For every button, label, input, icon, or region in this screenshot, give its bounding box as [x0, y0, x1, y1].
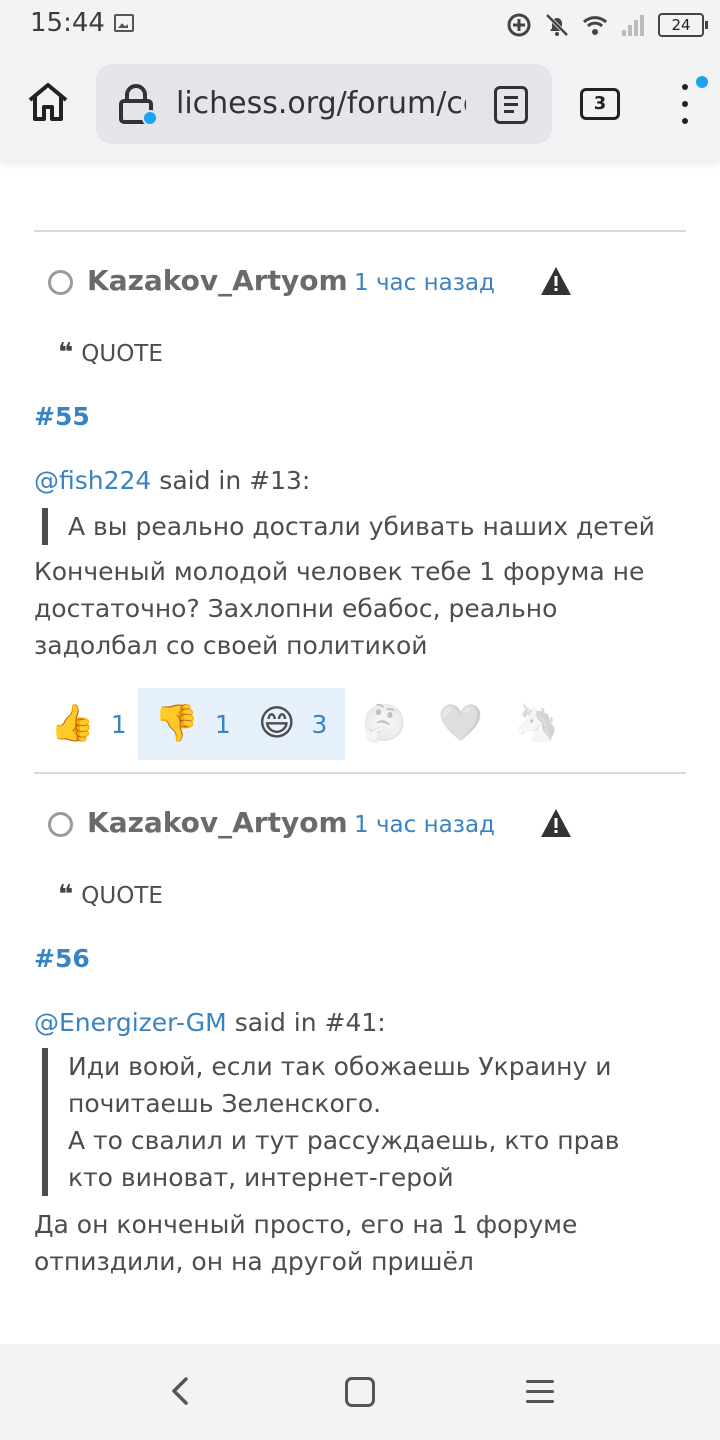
forum-post: Kazakov_Artyom 1 час назад ❝ QUOTE #56 @E…: [34, 796, 686, 1276]
post-body: Конченый молодой человек тебе 1 форума н…: [34, 557, 645, 660]
image-icon: [114, 14, 134, 32]
post-time[interactable]: 1 час назад: [354, 270, 495, 296]
data-saver-icon: [507, 13, 531, 37]
reaction-count: 1: [214, 709, 231, 739]
home-nav-icon[interactable]: [345, 1377, 375, 1407]
reaction-laugh[interactable]: 😄 3: [258, 688, 327, 760]
reaction-horse[interactable]: 🦄: [514, 688, 559, 760]
mention-link[interactable]: @fish224: [34, 466, 151, 495]
post-body: Да он конченый просто, его на 1 форуме о…: [34, 1210, 578, 1276]
reaction-thumbs-up[interactable]: 👍 1: [50, 688, 127, 760]
quote-attribution: @Energizer-GM said in #41:: [34, 1008, 386, 1037]
battery-icon: 24: [658, 13, 708, 37]
offline-status-icon: [48, 812, 73, 837]
quote-icon: ❝: [58, 338, 74, 368]
post-header: Kazakov_Artyom 1 час назад: [34, 254, 686, 314]
post-divider: [34, 772, 686, 774]
reaction-thinking[interactable]: 🤔: [362, 688, 407, 760]
status-bar: 15:44 24: [0, 0, 720, 50]
reaction-count: 1: [110, 709, 127, 739]
status-icons: 24: [506, 10, 708, 40]
update-dot: [696, 76, 708, 88]
notification-dot: [142, 110, 158, 126]
mention-link[interactable]: @Energizer-GM: [34, 1008, 227, 1037]
address-bar[interactable]: lichess.org/forum/con: [96, 64, 552, 144]
said-in-text: said in #41:: [226, 1008, 386, 1037]
forum-post: Kazakov_Artyom 1 час назад ❝ QUOTE #55 @f…: [34, 254, 686, 660]
url-text[interactable]: lichess.org/forum/con: [176, 84, 466, 124]
blockquote: Иди воюй, если так обожаешь Украину и по…: [42, 1048, 642, 1196]
quote-button[interactable]: ❝ QUOTE: [58, 880, 163, 910]
more-menu-icon[interactable]: [680, 84, 690, 126]
reaction-heart[interactable]: 🩶: [438, 688, 483, 760]
recents-menu-icon[interactable]: [526, 1378, 554, 1406]
post-header: Kazakov_Artyom 1 час назад: [34, 796, 686, 856]
quote-icon: ❝: [58, 880, 74, 910]
system-nav-bar: [0, 1344, 720, 1440]
heart-icon: 🩶: [438, 703, 483, 744]
quote-label: QUOTE: [81, 341, 163, 367]
quoted-line: А то свалил и тут рассуждаешь, кто прав …: [68, 1126, 620, 1192]
post-number[interactable]: #56: [34, 944, 90, 973]
reaction-count: 3: [311, 709, 328, 739]
quoted-line: Иди воюй, если так обожаешь Украину и по…: [68, 1052, 612, 1118]
tab-switcher-button[interactable]: 3: [580, 88, 620, 120]
post-time[interactable]: 1 час назад: [354, 812, 495, 838]
signal-icon: [622, 15, 644, 36]
report-warning-icon[interactable]: [540, 266, 572, 296]
reaction-thumbs-down[interactable]: 👎 1: [154, 688, 231, 760]
thumbs-down-icon: 👎: [154, 703, 199, 744]
back-icon[interactable]: [168, 1376, 194, 1406]
blockquote: А вы реально достали убивать наших детей: [42, 508, 662, 545]
thumbs-up-icon: 👍: [50, 703, 95, 744]
mute-icon: [545, 13, 569, 37]
reader-mode-icon[interactable]: [494, 86, 528, 124]
quote-label: QUOTE: [81, 883, 163, 909]
horse-icon: 🦄: [514, 703, 559, 744]
quote-attribution: @fish224 said in #13:: [34, 466, 310, 495]
quote-button[interactable]: ❝ QUOTE: [58, 338, 163, 368]
browser-toolbar: lichess.org/forum/con 3: [0, 50, 720, 160]
home-icon[interactable]: [26, 80, 70, 124]
offline-status-icon: [48, 270, 73, 295]
author-link[interactable]: Kazakov_Artyom: [87, 264, 348, 297]
status-time: 15:44: [30, 8, 105, 38]
post-number[interactable]: #55: [34, 402, 90, 431]
quoted-line: А вы реально достали убивать наших детей: [68, 512, 655, 541]
report-warning-icon[interactable]: [540, 808, 572, 838]
wifi-icon: [582, 16, 608, 35]
laughing-icon: 😄: [258, 703, 296, 744]
author-link[interactable]: Kazakov_Artyom: [87, 806, 348, 839]
said-in-text: said in #13:: [151, 466, 311, 495]
reactions-bar: 👍 1 👎 1 😄 3 🤔 🩶 🦄: [34, 688, 686, 760]
thinking-icon: 🤔: [362, 703, 407, 744]
post-divider: [34, 230, 686, 232]
